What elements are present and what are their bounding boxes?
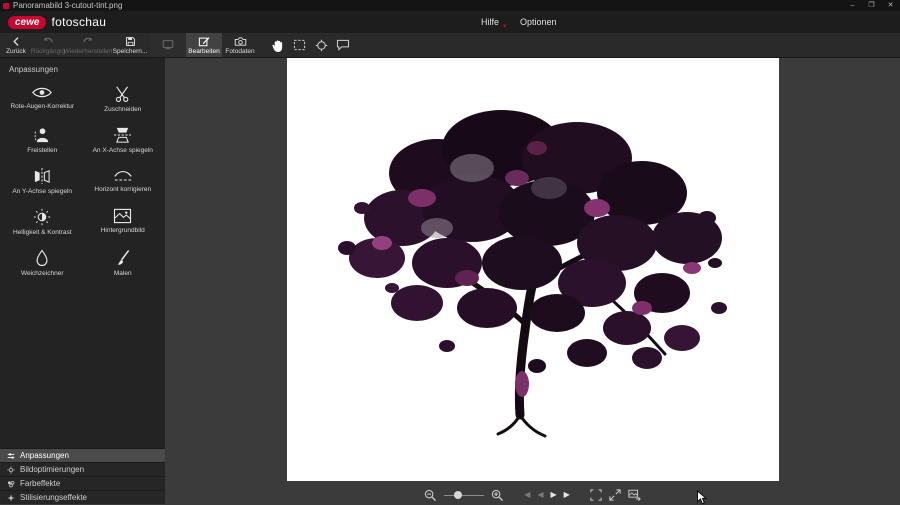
- background-icon: [113, 208, 132, 224]
- hand-icon: [271, 38, 284, 53]
- zoom-slider[interactable]: [444, 490, 484, 500]
- save-icon: [125, 36, 136, 47]
- maximize-icon[interactable]: ❐: [862, 0, 881, 11]
- menu-hilfe[interactable]: Hilfe: [481, 11, 499, 33]
- undo-button[interactable]: Rückgängig: [30, 33, 66, 57]
- blur-icon: [35, 249, 49, 267]
- scissors-icon: [114, 85, 132, 103]
- toolbar: Zurück Rückgängig Wiederherstellen Speic…: [0, 33, 900, 58]
- fotodaten-button[interactable]: Fotodaten: [222, 33, 258, 57]
- tool-helligkeit-kontrast[interactable]: Helligkeit & Kontrast: [2, 204, 83, 240]
- comment-tool-button[interactable]: [332, 33, 354, 57]
- redo-icon: [82, 36, 94, 47]
- close-icon[interactable]: ✕: [881, 0, 900, 11]
- flip-x-icon: [113, 126, 132, 144]
- section-anpassungen[interactable]: Anpassungen: [0, 448, 165, 462]
- palette-icon: [7, 480, 15, 488]
- last-image-button[interactable]: ▶: [564, 487, 570, 503]
- zoom-slider-track: [444, 495, 484, 497]
- save-button[interactable]: Speichern...: [110, 33, 150, 57]
- compare-original-icon[interactable]: [628, 489, 641, 501]
- tool-an-y-achse-spiegeln[interactable]: An Y-Achse spiegeln: [2, 163, 83, 199]
- tool-hintergrundbild[interactable]: Hintergrundbild: [83, 204, 164, 240]
- tool-zuschneiden[interactable]: Zuschneiden: [83, 81, 164, 117]
- titlebar: Panoramabild 3-cutout-tint.png – ❐ ✕: [0, 0, 900, 11]
- section-farbeffekte[interactable]: Farbeffekte: [0, 476, 165, 490]
- previous-image-button[interactable]: ◀: [537, 487, 543, 503]
- effects-accordion: Anpassungen Bildoptimierungen Farbeffekt…: [0, 448, 165, 504]
- sliders-icon: [7, 452, 15, 460]
- section-stilisierungseffekte[interactable]: Stilisierungseffekte: [0, 490, 165, 504]
- target-icon: [315, 39, 328, 52]
- preview-button[interactable]: [150, 33, 186, 57]
- sun-icon: [7, 466, 15, 474]
- sidebar-title: Anpassungen: [0, 58, 165, 79]
- horizon-icon: [113, 167, 133, 183]
- mouse-cursor: [696, 490, 707, 505]
- window-title: Panoramabild 3-cutout-tint.png: [13, 1, 122, 10]
- comment-icon: [336, 39, 350, 51]
- selection-tool-button[interactable]: [288, 33, 310, 57]
- canvas-area: ◀ ◀ ▶ ▶: [165, 58, 900, 504]
- tool-rote-augen-korrektur[interactable]: Rote-Augen-Korrektur: [2, 81, 83, 117]
- cewe-logo: cewe: [8, 16, 46, 29]
- zoom-slider-handle[interactable]: [454, 491, 462, 499]
- menu-optionen[interactable]: Optionen: [520, 11, 557, 33]
- paint-icon: [115, 249, 131, 267]
- edit-button[interactable]: Bearbeiten: [186, 33, 222, 57]
- fullscreen-icon[interactable]: [609, 489, 621, 501]
- target-tool-button[interactable]: [310, 33, 332, 57]
- preview-icon: [162, 39, 174, 50]
- tool-horizont-korrigieren[interactable]: Horizont korrigieren: [83, 163, 164, 199]
- back-icon: [11, 36, 22, 47]
- undo-icon: [42, 36, 54, 47]
- tool-weichzeichner[interactable]: Weichzeichner: [2, 245, 83, 281]
- menubar: cewe fotoschau Hilfe ▾ Optionen: [0, 11, 900, 33]
- edit-icon: [198, 36, 210, 47]
- tool-malen[interactable]: Malen: [83, 245, 164, 281]
- selection-icon: [293, 39, 306, 51]
- hand-tool-button[interactable]: [266, 33, 288, 57]
- camera-icon: [234, 36, 247, 47]
- app-window: { "window": { "title": "Panoramabild 3-c…: [0, 0, 900, 504]
- app-icon: [3, 3, 9, 9]
- magic-star-icon: [7, 494, 15, 502]
- statusbar: ◀ ◀ ▶ ▶: [165, 487, 900, 503]
- app-name: fotoschau: [51, 15, 106, 29]
- flip-y-icon: [33, 167, 51, 185]
- redo-button[interactable]: Wiederherstellen: [66, 33, 110, 57]
- eye-icon: [31, 85, 53, 100]
- app-logo: cewe fotoschau: [8, 15, 106, 29]
- first-image-button[interactable]: ◀: [524, 487, 530, 503]
- section-bildoptimierungen[interactable]: Bildoptimierungen: [0, 462, 165, 476]
- cutout-icon: [34, 126, 51, 144]
- sidebar: Anpassungen Rote-Augen-Korrektur Zuschne…: [0, 58, 165, 504]
- zoom-out-icon[interactable]: [424, 489, 437, 502]
- tool-an-x-achse-spiegeln[interactable]: An X-Achse spiegeln: [83, 122, 164, 158]
- next-image-button[interactable]: ▶: [551, 487, 557, 503]
- adjustment-tool-grid: Rote-Augen-Korrektur Zuschneiden Freiste…: [0, 79, 165, 283]
- zoom-fit-icon[interactable]: [590, 489, 602, 501]
- photo-image[interactable]: [287, 58, 779, 481]
- zoom-in-icon[interactable]: [491, 489, 504, 502]
- minimize-icon[interactable]: –: [843, 0, 862, 11]
- back-button[interactable]: Zurück: [2, 33, 30, 57]
- brightness-icon: [33, 208, 51, 226]
- tree-cutout-image: [287, 58, 779, 481]
- toolbar-separator: [258, 33, 266, 57]
- tool-freistellen[interactable]: Freistellen: [2, 122, 83, 158]
